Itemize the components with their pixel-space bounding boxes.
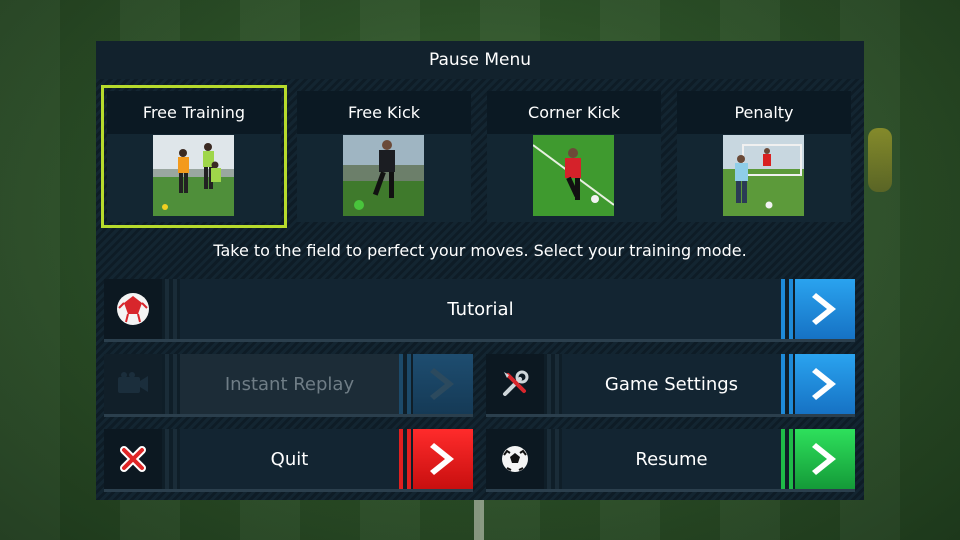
chevron-right-icon [795,429,855,489]
separator [173,279,177,339]
mode-card-label: Free Training [107,91,281,134]
chevron-right-icon [795,279,855,339]
separator [547,354,551,414]
mode-card-label: Penalty [677,91,851,134]
instant-replay-button: Instant Replay [104,354,473,417]
pitch-line [474,500,484,540]
chevron-right-icon [413,354,473,414]
close-x-icon [104,429,162,489]
chevron-right-icon [795,354,855,414]
background-player [868,128,892,192]
penalty-image [723,135,804,216]
mode-card-label: Corner Kick [487,91,661,134]
separator [165,429,169,489]
mode-card-corner-kick[interactable]: Corner Kick [487,91,661,222]
mode-card-penalty[interactable]: Penalty [677,91,851,222]
separator [165,279,169,339]
game-settings-label: Game Settings [562,354,781,414]
separator [165,354,169,414]
tutorial-arrow-button[interactable] [781,279,855,339]
mode-card-free-kick[interactable]: Free Kick [297,91,471,222]
camera-icon [104,354,162,414]
pause-menu-panel: Pause Menu Free Training Free Kick Corne… [96,41,864,500]
soccer-ball-icon [104,279,162,339]
separator [555,429,559,489]
quit-button[interactable]: Quit [104,429,473,492]
instant-replay-arrow [399,354,473,414]
corner-kick-image [533,135,614,216]
separator [173,429,177,489]
free-training-image [153,135,234,216]
game-settings-arrow-button[interactable] [781,354,855,414]
resume-arrow-button[interactable] [781,429,855,489]
resume-label: Resume [562,429,781,489]
mode-description: Take to the field to perfect your moves.… [213,241,747,260]
instant-replay-label: Instant Replay [180,354,399,414]
separator [173,354,177,414]
pause-menu-title: Pause Menu [96,41,864,79]
mode-card-free-training[interactable]: Free Training [101,85,287,228]
separator [555,354,559,414]
tutorial-button[interactable]: Tutorial [104,279,855,342]
soccer-ball-icon [486,429,544,489]
separator [547,429,551,489]
quit-label: Quit [180,429,399,489]
mode-card-label: Free Kick [297,91,471,134]
chevron-right-icon [413,429,473,489]
quit-arrow-button[interactable] [399,429,473,489]
tutorial-label: Tutorial [180,279,781,339]
resume-button[interactable]: Resume [486,429,855,492]
wrench-screwdriver-icon [486,354,544,414]
game-settings-button[interactable]: Game Settings [486,354,855,417]
free-kick-image [343,135,424,216]
